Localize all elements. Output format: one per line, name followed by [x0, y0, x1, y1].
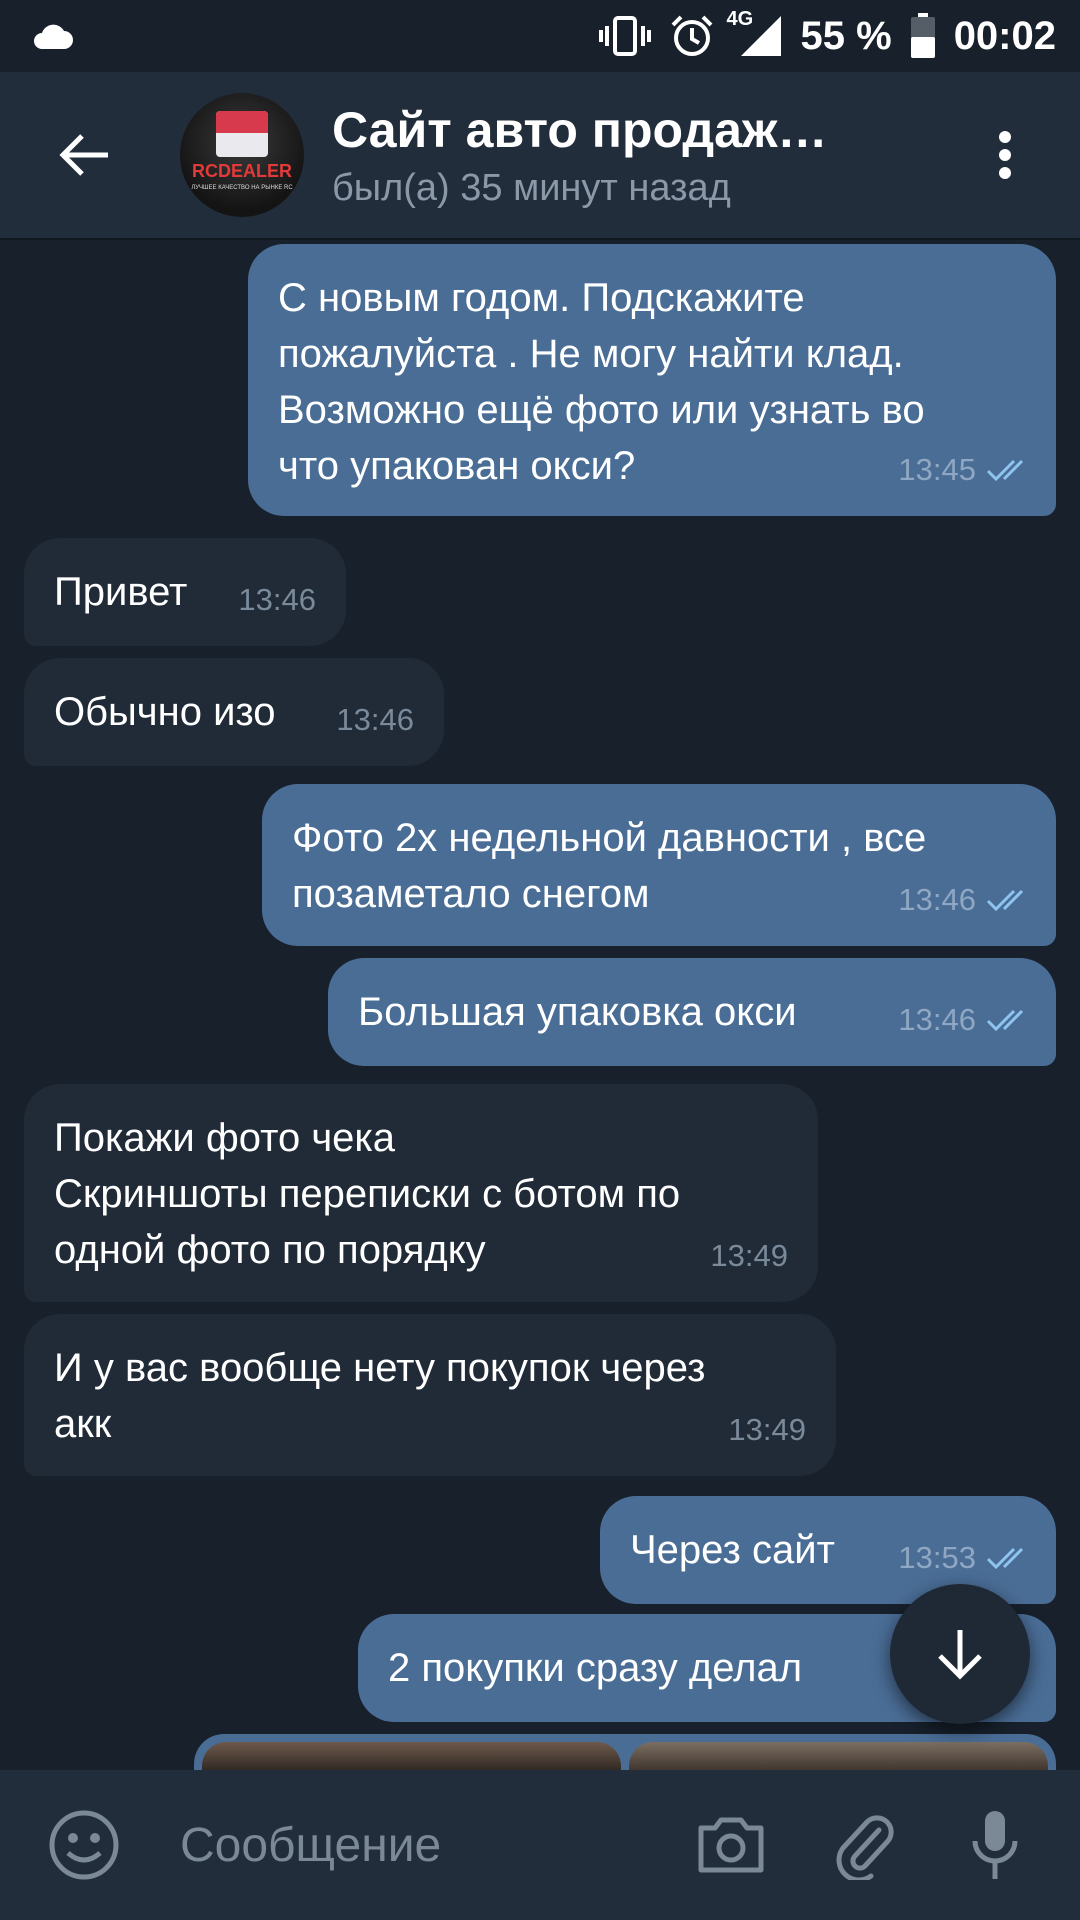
message-bubble[interactable]: С новым годом. Подскажите пожалуйста . Н… [248, 244, 1056, 516]
message-input[interactable]: Сообщение [180, 1818, 686, 1873]
message-time: 13:46 [238, 582, 316, 617]
avatar-tagline: ЛУЧШЕЕ КАЧЕСТВО НА РЫНКЕ RC [191, 185, 293, 191]
chat-last-seen: был(а) 35 минут назад [332, 166, 731, 209]
message-bubble[interactable]: Покажи фото чека Скриншоты переписки с б… [24, 1084, 818, 1302]
camera-button[interactable] [686, 1800, 776, 1890]
attach-button[interactable] [820, 1800, 910, 1890]
double-check-icon [986, 459, 1024, 482]
voice-message-button[interactable] [950, 1800, 1040, 1890]
chat-header: RCDEALER ЛУЧШЕЕ КАЧЕСТВО НА РЫНКЕ RC Сай… [0, 72, 1080, 240]
photo-thumbnail[interactable] [202, 1742, 621, 1770]
paperclip-icon [836, 1815, 894, 1880]
cloud-icon [30, 21, 74, 51]
more-vertical-icon [999, 131, 1011, 179]
message-time: 13:53 [898, 1540, 976, 1575]
message-list[interactable]: С новым годом. Подскажите пожалуйста . Н… [0, 240, 1080, 1770]
message-time: 13:49 [728, 1412, 806, 1447]
chat-title-block[interactable]: Сайт авто продаж… был(а) 35 минут назад [332, 101, 960, 210]
message-bubble[interactable]: Фото 2х недельной давности , все позамет… [262, 784, 1056, 946]
double-check-icon [986, 1009, 1024, 1032]
chat-title: Сайт авто продаж… [332, 101, 828, 158]
photo-thumbnail[interactable] [629, 1742, 1048, 1770]
smiley-icon [49, 1810, 119, 1880]
status-bar: 4G 55 % 00:02 [0, 0, 1080, 72]
battery-percent: 55 % [800, 13, 892, 58]
message-time: 13:49 [710, 1238, 788, 1273]
alarm-icon [669, 13, 715, 59]
message-time: 13:46 [336, 702, 414, 737]
photo-album-message[interactable] [194, 1734, 1056, 1770]
clock: 00:02 [953, 13, 1056, 58]
avatar-logo: RCDEALER [191, 161, 292, 181]
message-bubble[interactable]: Большая упаковка окси 13:46 [328, 958, 1056, 1066]
scroll-to-bottom-button[interactable] [890, 1584, 1030, 1724]
message-bubble[interactable]: И у вас вообще нету покупок через акк 13… [24, 1314, 836, 1476]
message-text: И у вас вообще нету покупок через акк [54, 1346, 706, 1446]
more-options-button[interactable] [960, 95, 1050, 215]
avatar-box-graphic [216, 111, 268, 157]
microphone-icon [972, 1811, 1018, 1879]
signal-icon: 4G [727, 8, 783, 58]
message-time: 13:45 [898, 452, 976, 487]
arrow-left-icon [59, 134, 108, 176]
arrow-down-icon [938, 1630, 982, 1680]
emoji-button[interactable] [46, 1807, 122, 1883]
message-bubble[interactable]: Обычно изо 13:46 [24, 658, 444, 766]
double-check-icon [986, 889, 1024, 912]
message-bubble[interactable]: Через сайт 13:53 [600, 1496, 1056, 1604]
camera-icon [698, 1817, 764, 1873]
message-bubble[interactable]: Привет 13:46 [24, 538, 346, 646]
network-label: 4G [726, 8, 754, 30]
message-composer: Сообщение [0, 1770, 1080, 1920]
message-time: 13:46 [898, 882, 976, 917]
battery-icon [910, 13, 936, 59]
back-button[interactable] [24, 95, 144, 215]
message-text: Покажи фото чека Скриншоты переписки с б… [54, 1116, 681, 1272]
avatar[interactable]: RCDEALER ЛУЧШЕЕ КАЧЕСТВО НА РЫНКЕ RC [180, 93, 304, 217]
vibrate-icon [598, 14, 651, 58]
message-time: 13:46 [898, 1002, 976, 1037]
double-check-icon [986, 1547, 1024, 1570]
